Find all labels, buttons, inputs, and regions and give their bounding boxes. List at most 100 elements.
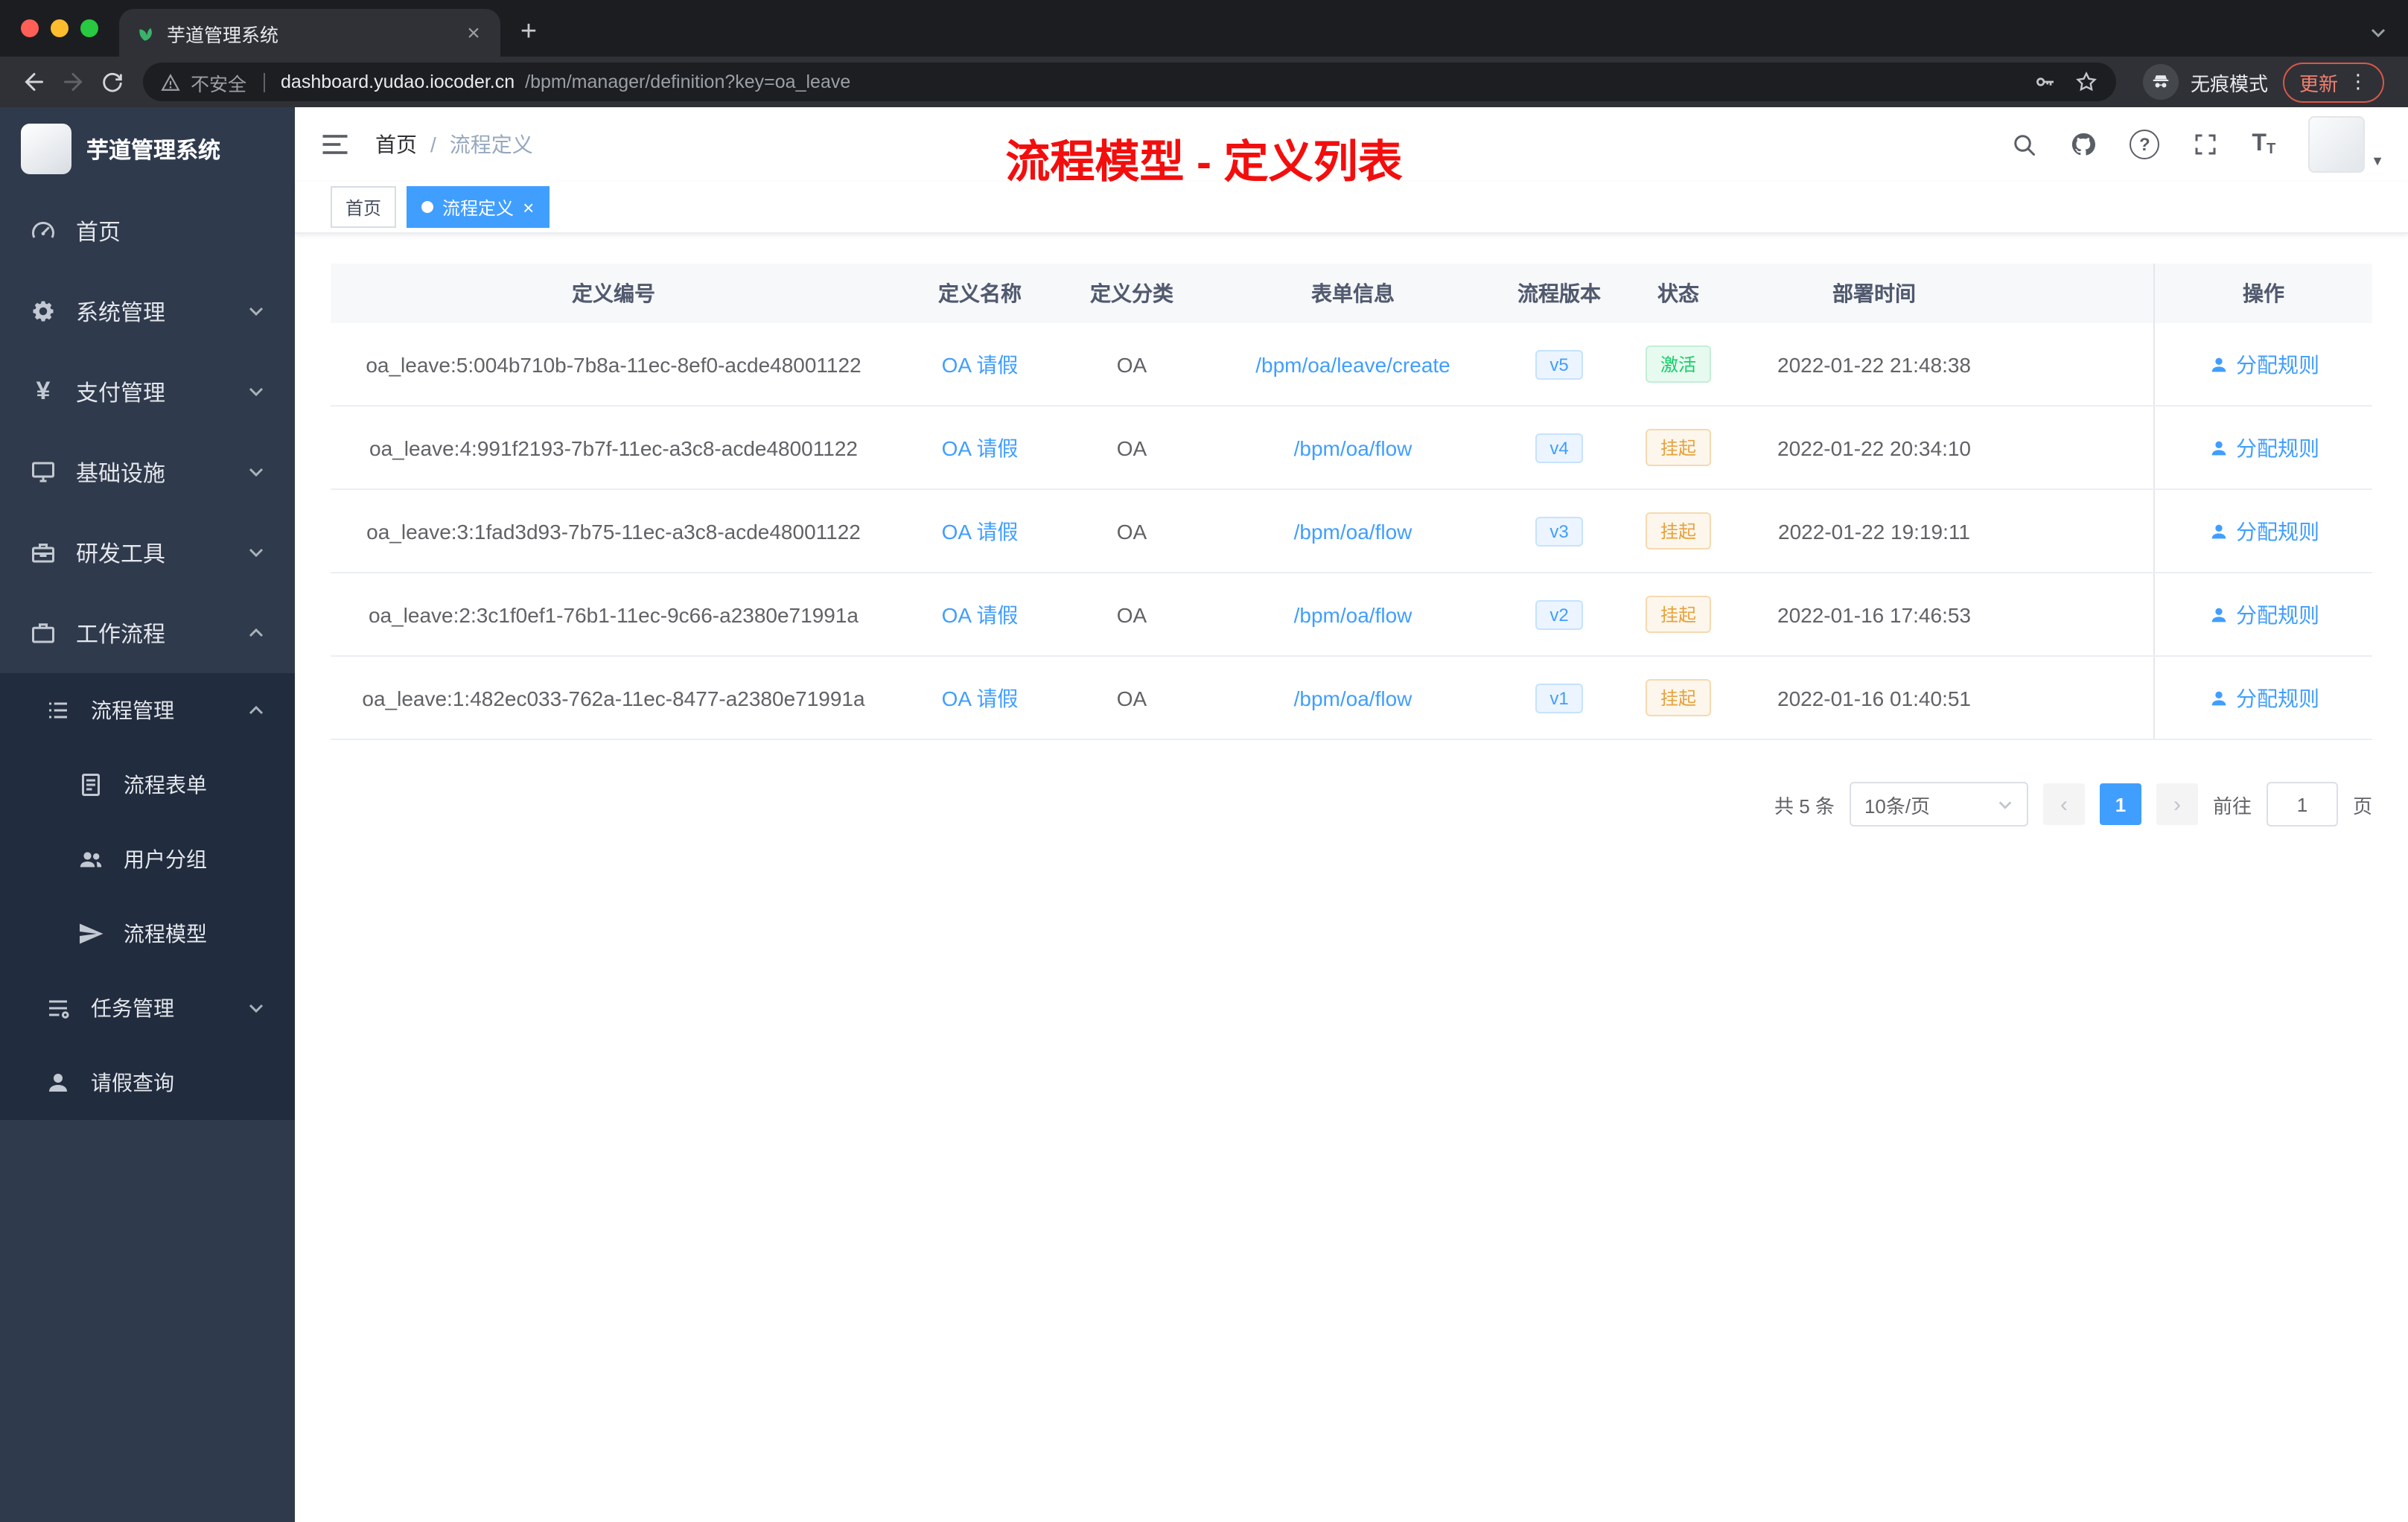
pagination: 共 5 条 10条/页 ‹ 1 › 前往 页 (331, 782, 2372, 827)
prev-page-button[interactable]: ‹ (2042, 783, 2085, 825)
chevron-down-icon (247, 463, 265, 481)
col-header: 定义名称 (938, 281, 1022, 305)
sidebar-item-workflow[interactable]: 工作流程 (0, 593, 295, 673)
chevron-up-icon (247, 624, 265, 642)
sidebar-toggle-icon[interactable] (319, 128, 351, 161)
list-icon (45, 697, 71, 724)
monitor-icon (30, 459, 57, 485)
chevron-up-icon (247, 701, 265, 719)
sidebar-item-process-management[interactable]: 流程管理 (0, 673, 295, 748)
definition-name-link[interactable]: OA 请假 (942, 602, 1019, 626)
sidebar-item-payment-management[interactable]: ¥ 支付管理 (0, 351, 295, 432)
avatar[interactable] (2308, 116, 2366, 173)
github-icon[interactable] (2070, 131, 2097, 158)
tag-home[interactable]: 首页 (331, 186, 397, 228)
sidebar-item-infrastructure[interactable]: 基础设施 (0, 432, 295, 512)
assign-rule-button[interactable]: 分配规则 (2208, 599, 2319, 629)
forward-button[interactable] (54, 63, 92, 101)
form-link[interactable]: /bpm/oa/flow (1294, 686, 1412, 710)
font-size-icon[interactable]: TT (2252, 131, 2275, 158)
sidebar-item-leave-query[interactable]: 请假查询 (0, 1045, 295, 1120)
col-header: 部署时间 (1832, 281, 1916, 305)
main-area: 首页 / 流程定义 ? TT ▼ 流程模型 - 定义列表 首页 流程定义 × 定… (295, 107, 2408, 1522)
form-link[interactable]: /bpm/oa/flow (1294, 602, 1412, 626)
sidebar-item-process-form[interactable]: 流程表单 (0, 748, 295, 822)
reload-button[interactable] (92, 63, 131, 101)
incognito-badge: 无痕模式 (2142, 64, 2268, 100)
password-key-icon[interactable] (2033, 70, 2057, 94)
sidebar-item-home[interactable]: 首页 (0, 191, 295, 271)
assign-rule-button[interactable]: 分配规则 (2208, 683, 2319, 713)
browser-menu-dots-icon[interactable]: ⋮ (2348, 70, 2368, 94)
table-row: oa_leave:3:1fad3d93-7b75-11ec-a3c8-acde4… (331, 490, 2372, 573)
person-icon (2211, 440, 2226, 455)
status-badge: 激活 (1645, 346, 1711, 383)
sidebar-item-process-model[interactable]: 流程模型 (0, 897, 295, 971)
bookmark-star-icon[interactable] (2074, 70, 2098, 94)
assign-rule-button[interactable]: 分配规则 (2208, 349, 2319, 379)
definition-name-link[interactable]: OA 请假 (942, 686, 1019, 710)
form-link[interactable]: /bpm/oa/leave/create (1255, 352, 1450, 376)
definition-id: oa_leave:4:991f2193-7b7f-11ec-a3c8-acde4… (369, 436, 858, 459)
window-minimize-button[interactable] (51, 19, 69, 37)
definition-name-link[interactable]: OA 请假 (942, 519, 1019, 543)
page-number-button[interactable]: 1 (2099, 783, 2141, 825)
status-badge: 挂起 (1645, 596, 1711, 633)
definition-name-link[interactable]: OA 请假 (942, 352, 1019, 376)
tag-label: 首页 (345, 197, 382, 218)
assign-rule-button[interactable]: 分配规则 (2208, 433, 2319, 462)
content-area: 定义编号 定义名称 定义分类 表单信息 流程版本 状态 部署时间 操作 oa_l… (295, 234, 2408, 1522)
security-label[interactable]: 不安全 (191, 68, 246, 96)
sidebar-item-label: 首页 (76, 220, 121, 245)
browser-tab[interactable]: 芋道管理系统 × (119, 9, 500, 57)
definition-name-link[interactable]: OA 请假 (942, 436, 1019, 459)
url-path: /bpm/manager/definition?key=oa_leave (525, 71, 851, 92)
user-menu[interactable]: ▼ (2308, 116, 2384, 173)
sidebar-logo[interactable]: 芋道管理系统 (0, 107, 295, 191)
tag-process-definition[interactable]: 流程定义 × (407, 186, 550, 228)
help-icon[interactable]: ? (2130, 130, 2160, 159)
sidebar-item-label: 任务管理 (91, 996, 174, 1020)
back-button[interactable] (15, 63, 54, 101)
active-tag-dot (421, 201, 434, 213)
search-icon[interactable] (2010, 131, 2037, 158)
sidebar-item-dev-tools[interactable]: 研发工具 (0, 512, 295, 593)
briefcase-icon (30, 620, 57, 646)
tag-close-icon[interactable]: × (523, 197, 534, 217)
form-link[interactable]: /bpm/oa/flow (1294, 519, 1412, 543)
person-icon (2211, 523, 2226, 538)
address-bar[interactable]: 不安全 dashboard.yudao.iocoder.cn/bpm/manag… (143, 63, 2116, 101)
browser-update-button[interactable]: 更新 ⋮ (2282, 62, 2384, 102)
sidebar-item-label: 流程表单 (124, 773, 207, 797)
form-link[interactable]: /bpm/oa/flow (1294, 436, 1412, 459)
tab-close-icon[interactable]: × (462, 20, 485, 45)
sidebar-item-user-group[interactable]: 用户分组 (0, 822, 295, 897)
sidebar: 芋道管理系统 首页 系统管理 ¥ 支付管理 基础设施 研发工具 工作流程 流程管… (0, 107, 295, 1522)
deploy-time: 2022-01-22 20:34:10 (1777, 436, 1971, 459)
version-badge: v4 (1535, 433, 1584, 462)
chevron-down-icon (247, 999, 265, 1017)
window-zoom-button[interactable] (80, 19, 98, 37)
assign-rule-button[interactable]: 分配规则 (2208, 516, 2319, 546)
sidebar-item-label: 支付管理 (76, 380, 166, 406)
incognito-icon (2142, 64, 2179, 100)
next-page-button[interactable]: › (2156, 783, 2198, 825)
sidebar-item-system-management[interactable]: 系统管理 (0, 271, 295, 351)
window-close-button[interactable] (21, 19, 39, 37)
fullscreen-icon[interactable] (2192, 131, 2219, 158)
col-header: 定义分类 (1090, 281, 1173, 305)
page-goto-input[interactable] (2266, 782, 2338, 827)
col-header: 状态 (1657, 281, 1699, 305)
version-badge: v1 (1535, 683, 1584, 713)
deploy-time: 2022-01-22 21:48:38 (1777, 352, 1971, 376)
tasks-icon (45, 995, 71, 1022)
page-size-select[interactable]: 10条/页 (1849, 782, 2028, 827)
new-tab-button[interactable]: + (509, 13, 548, 52)
tab-search-caret-icon[interactable] (2369, 24, 2387, 42)
annotation-title: 流程模型 - 定义列表 (1005, 138, 1403, 188)
sidebar-item-task-management[interactable]: 任务管理 (0, 971, 295, 1045)
deploy-time: 2022-01-16 01:40:51 (1777, 686, 1971, 710)
definition-id: oa_leave:1:482ec033-762a-11ec-8477-a2380… (362, 686, 865, 710)
breadcrumb-home[interactable]: 首页 (375, 130, 417, 159)
yen-icon: ¥ (36, 377, 51, 405)
